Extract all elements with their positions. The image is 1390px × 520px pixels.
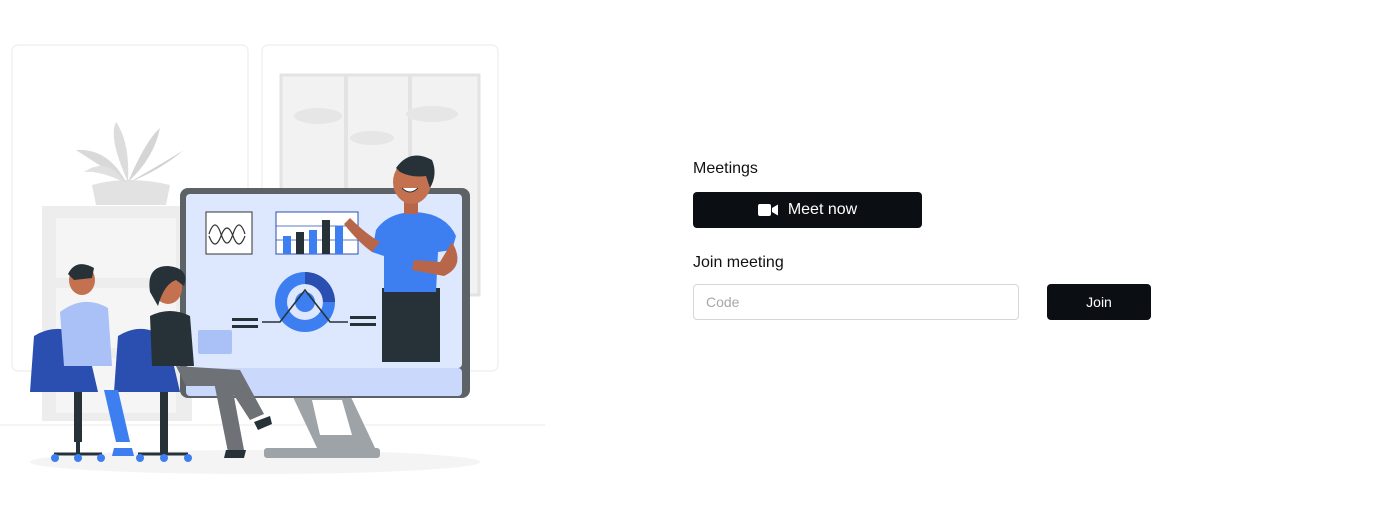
meet-now-label: Meet now [787, 201, 858, 218]
meet-now-button[interactable]: Meet now [693, 192, 922, 228]
meeting-code-input[interactable] [693, 284, 1019, 320]
meetings-heading: Meetings [693, 160, 758, 177]
meetings-page: Meetings Meet now Join meeting Join [0, 0, 1390, 520]
monitor-stand [264, 395, 380, 458]
join-meeting-heading: Join meeting [693, 254, 784, 271]
meetings-panel: Meetings Meet now Join meeting Join [693, 158, 1153, 320]
meeting-illustration [0, 44, 545, 474]
video-camera-icon [757, 203, 778, 217]
join-button[interactable]: Join [1047, 284, 1151, 320]
join-row: Join [693, 284, 1153, 320]
